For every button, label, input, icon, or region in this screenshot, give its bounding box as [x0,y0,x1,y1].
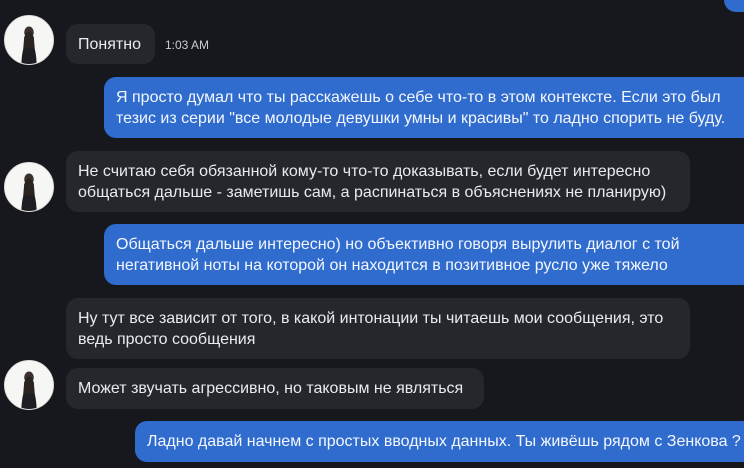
message-text-line: Понятно [78,36,141,53]
message-text-line: негативной ноты на которой он находится … [116,257,668,274]
message-text-line: Общаться дальше интересно) но объективно… [116,236,680,253]
message-text-line: ведь просто сообщения [78,331,256,348]
incoming-message[interactable]: Понятно [66,24,155,64]
contact-avatar[interactable] [4,15,54,65]
avatar-photo-icon [5,361,53,409]
outgoing-message[interactable]: Ладно давай начнем с простых вводных дан… [135,421,744,462]
incoming-message[interactable]: Ну тут все зависит от того, в какой инто… [66,298,690,359]
message-text-line: Ну тут все зависит от того, в какой инто… [78,310,664,327]
incoming-message[interactable]: Не считаю себя обязанной кому-то что-то … [66,151,690,212]
chat-window: Понятно 1:03 AM Я просто думал что ты ра… [0,0,744,468]
avatar-photo-icon [5,16,53,64]
incoming-message[interactable]: Может звучать агрессивно, но таковым не … [66,368,484,409]
outgoing-message[interactable]: Я просто думал что ты расскажешь о себе … [104,77,744,138]
message-text-line: Я просто думал что ты расскажешь о себе … [116,89,721,106]
message-text-line: общаться дальше - заметишь сам, а распин… [78,184,667,201]
message-text-line: тезис из серии "все молодые девушки умны… [116,110,726,127]
message-text-line: Может звучать агрессивно, но таковым не … [78,380,464,397]
outgoing-message[interactable]: Общаться дальше интересно) но объективно… [104,224,744,285]
contact-avatar[interactable] [4,162,54,212]
message-timestamp: 1:03 AM [165,38,210,52]
message-text-line: Ладно давай начнем с простых вводных дан… [147,433,741,450]
message-text-line: Не считаю себя обязанной кому-то что-то … [78,163,651,180]
contact-avatar[interactable] [4,360,54,410]
outgoing-bubble-partial[interactable] [724,0,744,12]
avatar-photo-icon [5,163,53,211]
